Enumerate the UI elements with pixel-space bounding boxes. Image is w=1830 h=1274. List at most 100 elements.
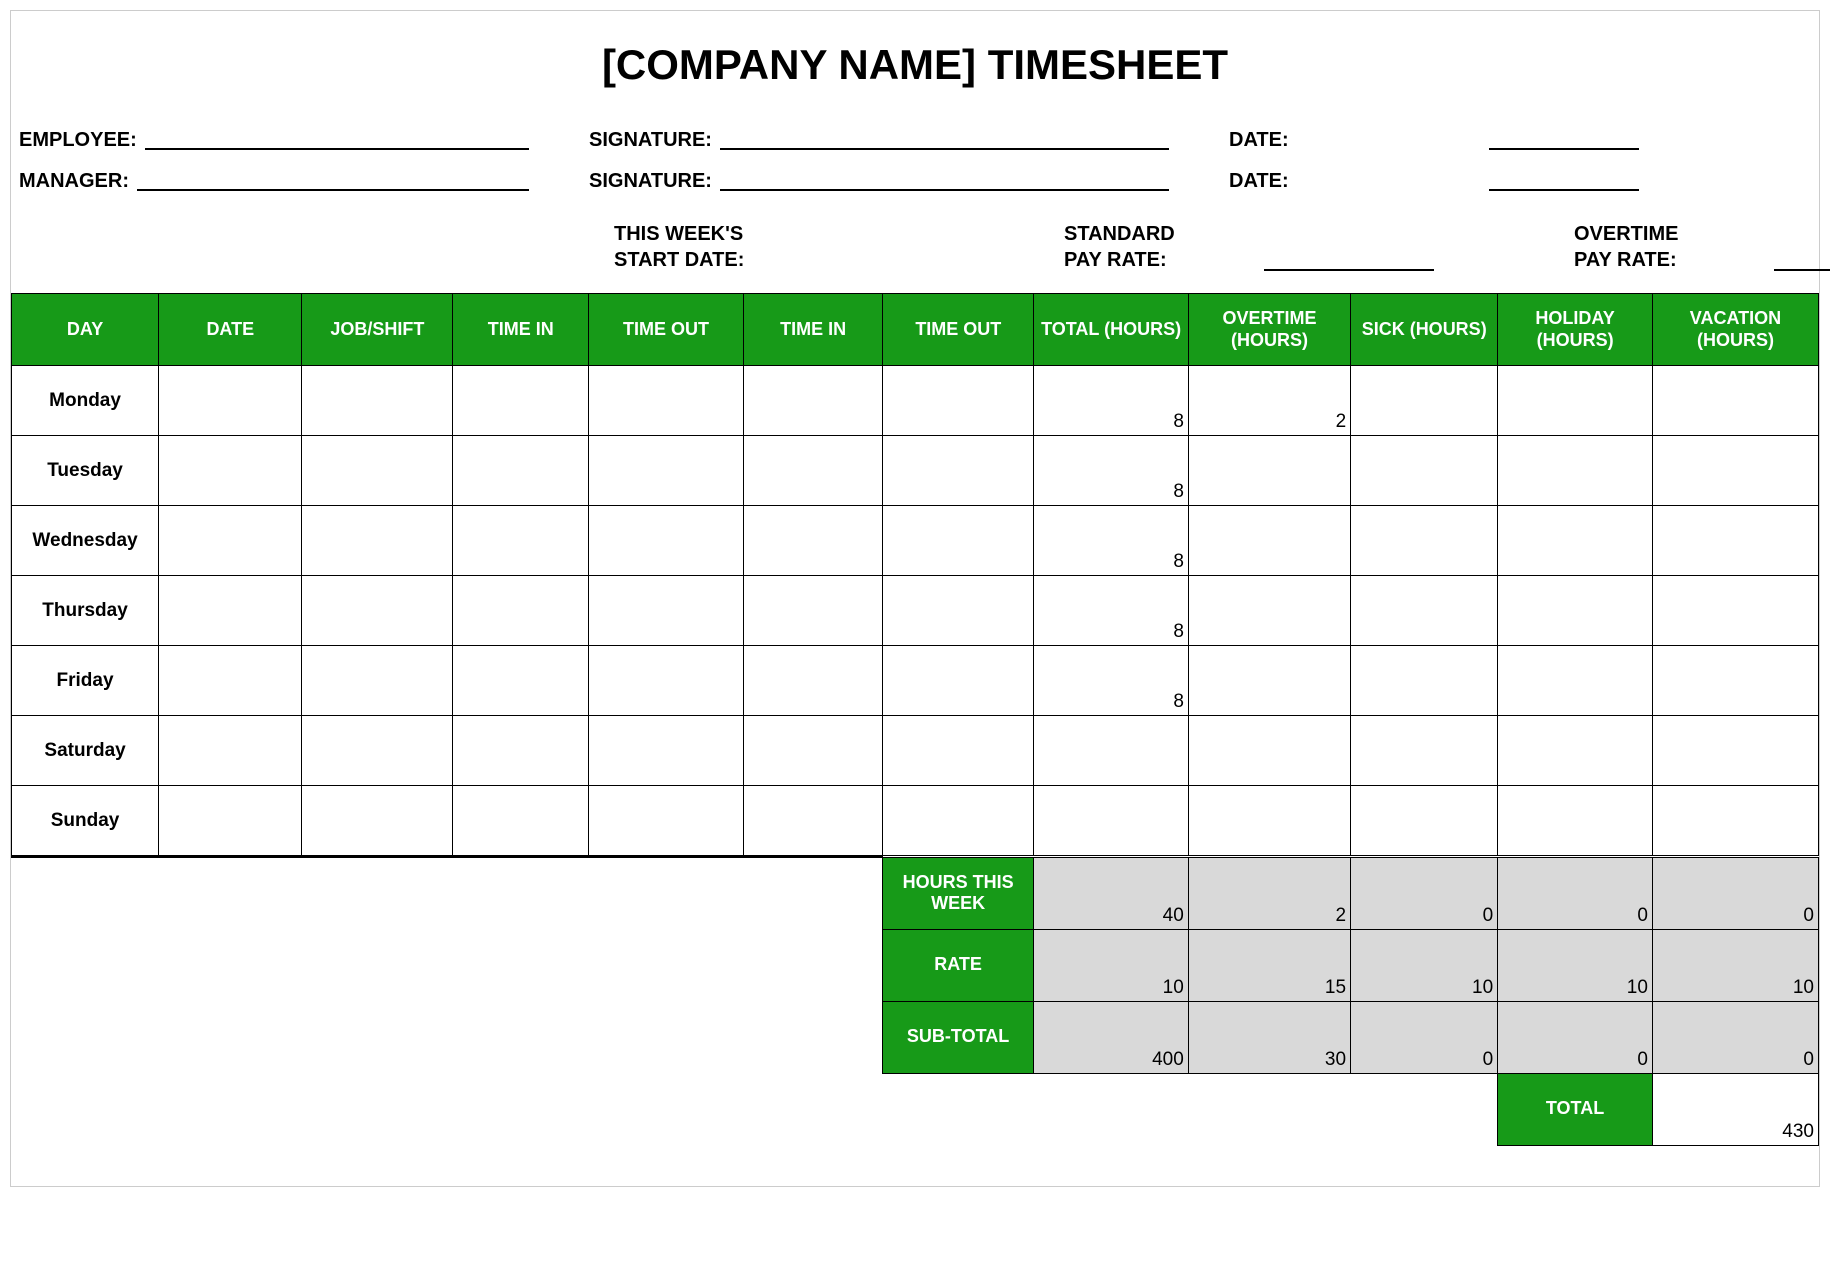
cell-vacation[interactable] (1652, 716, 1818, 786)
cell-to2[interactable] (883, 786, 1034, 856)
subtotal-total[interactable]: 400 (1034, 1001, 1189, 1073)
cell-holiday[interactable] (1498, 506, 1653, 576)
cell-ti1[interactable] (453, 366, 589, 436)
input-manager[interactable] (137, 189, 529, 191)
cell-ti1[interactable] (453, 436, 589, 506)
cell-ti2[interactable] (743, 786, 883, 856)
cell-job[interactable] (302, 366, 453, 436)
grand-total[interactable]: 430 (1652, 1073, 1818, 1145)
cell-overtime[interactable] (1188, 646, 1350, 716)
cell-holiday[interactable] (1498, 716, 1653, 786)
cell-ti2[interactable] (743, 576, 883, 646)
cell-day[interactable]: Friday (12, 646, 159, 716)
cell-sick[interactable] (1351, 786, 1498, 856)
cell-vacation[interactable] (1652, 506, 1818, 576)
cell-sick[interactable] (1351, 366, 1498, 436)
cell-date[interactable] (159, 366, 302, 436)
cell-ti2[interactable] (743, 506, 883, 576)
cell-day[interactable]: Wednesday (12, 506, 159, 576)
cell-sick[interactable] (1351, 716, 1498, 786)
input-signature-2[interactable] (720, 189, 1169, 191)
cell-ti2[interactable] (743, 436, 883, 506)
cell-vacation[interactable] (1652, 436, 1818, 506)
cell-ti1[interactable] (453, 786, 589, 856)
hours-overtime[interactable]: 2 (1188, 857, 1350, 929)
cell-ti1[interactable] (453, 646, 589, 716)
cell-job[interactable] (302, 646, 453, 716)
input-standard-pay[interactable] (1264, 269, 1434, 271)
cell-to1[interactable] (589, 716, 744, 786)
rate-sick[interactable]: 10 (1351, 929, 1498, 1001)
cell-sick[interactable] (1351, 646, 1498, 716)
cell-ti2[interactable] (743, 646, 883, 716)
cell-to1[interactable] (589, 576, 744, 646)
cell-holiday[interactable] (1498, 366, 1653, 436)
rate-overtime[interactable]: 15 (1188, 929, 1350, 1001)
cell-day[interactable]: Sunday (12, 786, 159, 856)
cell-sick[interactable] (1351, 436, 1498, 506)
cell-total[interactable] (1034, 716, 1189, 786)
cell-ti1[interactable] (453, 716, 589, 786)
cell-to2[interactable] (883, 506, 1034, 576)
cell-to2[interactable] (883, 366, 1034, 436)
cell-day[interactable]: Saturday (12, 716, 159, 786)
cell-to2[interactable] (883, 576, 1034, 646)
cell-ti1[interactable] (453, 506, 589, 576)
input-signature-1[interactable] (720, 148, 1169, 150)
cell-job[interactable] (302, 786, 453, 856)
cell-overtime[interactable] (1188, 716, 1350, 786)
cell-total[interactable]: 8 (1034, 576, 1189, 646)
hours-vacation[interactable]: 0 (1652, 857, 1818, 929)
cell-overtime[interactable] (1188, 786, 1350, 856)
cell-ti1[interactable] (453, 576, 589, 646)
subtotal-sick[interactable]: 0 (1351, 1001, 1498, 1073)
cell-sick[interactable] (1351, 506, 1498, 576)
cell-job[interactable] (302, 506, 453, 576)
cell-total[interactable]: 8 (1034, 436, 1189, 506)
cell-to1[interactable] (589, 506, 744, 576)
input-date-2[interactable] (1489, 189, 1639, 191)
cell-to2[interactable] (883, 646, 1034, 716)
cell-day[interactable]: Thursday (12, 576, 159, 646)
cell-to2[interactable] (883, 436, 1034, 506)
cell-holiday[interactable] (1498, 786, 1653, 856)
cell-vacation[interactable] (1652, 786, 1818, 856)
cell-day[interactable]: Tuesday (12, 436, 159, 506)
cell-to1[interactable] (589, 786, 744, 856)
cell-holiday[interactable] (1498, 646, 1653, 716)
cell-overtime[interactable] (1188, 506, 1350, 576)
cell-date[interactable] (159, 436, 302, 506)
cell-ti2[interactable] (743, 366, 883, 436)
cell-date[interactable] (159, 716, 302, 786)
cell-date[interactable] (159, 646, 302, 716)
subtotal-overtime[interactable]: 30 (1188, 1001, 1350, 1073)
rate-holiday[interactable]: 10 (1498, 929, 1653, 1001)
input-overtime-pay[interactable] (1774, 269, 1830, 271)
cell-date[interactable] (159, 786, 302, 856)
cell-sick[interactable] (1351, 576, 1498, 646)
cell-total[interactable]: 8 (1034, 366, 1189, 436)
cell-vacation[interactable] (1652, 646, 1818, 716)
cell-overtime[interactable] (1188, 576, 1350, 646)
cell-job[interactable] (302, 436, 453, 506)
hours-total[interactable]: 40 (1034, 857, 1189, 929)
cell-total[interactable]: 8 (1034, 646, 1189, 716)
cell-holiday[interactable] (1498, 436, 1653, 506)
cell-vacation[interactable] (1652, 576, 1818, 646)
cell-overtime[interactable] (1188, 436, 1350, 506)
cell-date[interactable] (159, 576, 302, 646)
cell-holiday[interactable] (1498, 576, 1653, 646)
rate-vacation[interactable]: 10 (1652, 929, 1818, 1001)
cell-to1[interactable] (589, 366, 744, 436)
cell-day[interactable]: Monday (12, 366, 159, 436)
hours-sick[interactable]: 0 (1351, 857, 1498, 929)
cell-total[interactable] (1034, 786, 1189, 856)
cell-job[interactable] (302, 576, 453, 646)
input-employee[interactable] (145, 148, 529, 150)
subtotal-holiday[interactable]: 0 (1498, 1001, 1653, 1073)
rate-total[interactable]: 10 (1034, 929, 1189, 1001)
cell-overtime[interactable]: 2 (1188, 366, 1350, 436)
cell-vacation[interactable] (1652, 366, 1818, 436)
hours-holiday[interactable]: 0 (1498, 857, 1653, 929)
subtotal-vacation[interactable]: 0 (1652, 1001, 1818, 1073)
